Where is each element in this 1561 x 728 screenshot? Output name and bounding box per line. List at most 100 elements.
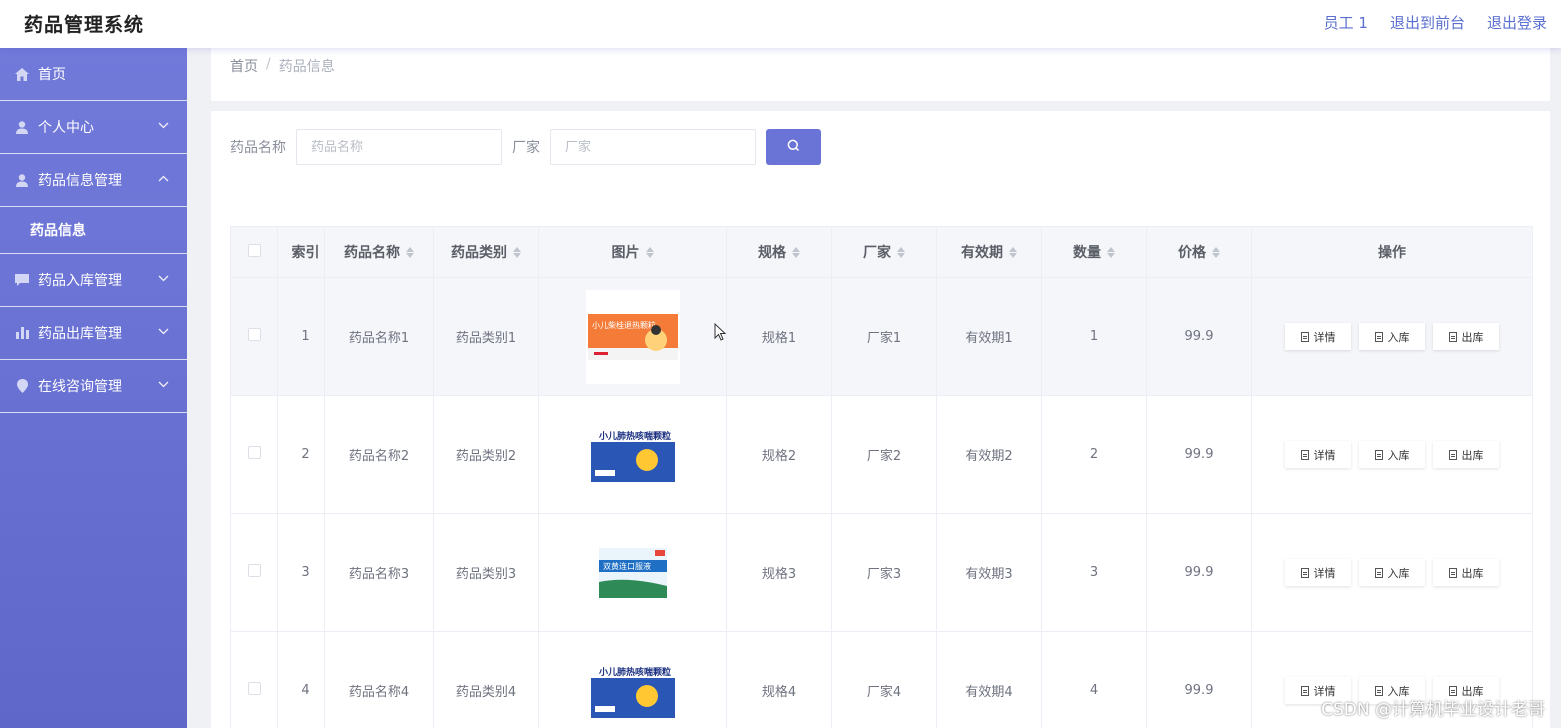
breadcrumb-separator: / [266, 56, 271, 72]
sidebar-item-drug-info-management[interactable]: 药品信息管理 [0, 154, 187, 207]
chevron-down-icon [158, 325, 169, 338]
search-icon [787, 139, 800, 155]
sidebar-item-drug-stock-in[interactable]: 药品入库管理 [0, 254, 187, 307]
cell-spec: 规格4 [726, 631, 832, 728]
sidebar-item-online-consult[interactable]: 在线咨询管理 [0, 360, 187, 413]
exit-to-front-link[interactable]: 退出到前台 [1390, 12, 1465, 33]
logout-link[interactable]: 退出登录 [1487, 12, 1547, 33]
cell-name: 药品名称1 [324, 277, 434, 396]
cell-name: 药品名称2 [324, 395, 434, 514]
column-header-manufacturer[interactable]: 厂家 [831, 226, 937, 278]
table-header-row: 索引 药品名称 药品类别 图片 规格 厂家 有效期 数量 价格 操作 [230, 226, 1533, 278]
sidebar-item-label: 药品出库管理 [38, 326, 122, 342]
drug-name-label: 药品名称 [230, 140, 286, 156]
sidebar-item-personal-center[interactable]: 个人中心 [0, 101, 187, 154]
row-checkbox[interactable] [247, 682, 261, 695]
cell-category: 药品类别4 [433, 631, 539, 728]
sort-icon[interactable] [792, 246, 800, 259]
document-icon [1448, 685, 1457, 696]
sidebar: 首页 个人中心 药品信息管理 药品信息 药品入库管理 药品出库管理 在线咨询管理 [0, 48, 187, 728]
sort-icon[interactable] [1009, 246, 1017, 259]
table-row: 1 药品名称1 药品类别1 小儿柴桂退热颗粒 规格1 厂家1 有效期1 1 99… [230, 277, 1533, 396]
cell-price: 99.9 [1146, 277, 1252, 396]
cell-expiry: 有效期4 [936, 631, 1042, 728]
cell-name: 药品名称4 [324, 631, 434, 728]
document-icon [1300, 567, 1309, 578]
cell-manufacturer: 厂家1 [831, 277, 937, 396]
select-all-checkbox[interactable] [247, 243, 261, 257]
detail-button[interactable]: 详情 [1285, 441, 1351, 468]
sort-icon[interactable] [897, 246, 905, 259]
user-icon [15, 120, 29, 134]
document-icon [1300, 331, 1309, 342]
chevron-up-icon [158, 172, 169, 185]
manufacturer-input[interactable] [550, 129, 756, 165]
cell-category: 药品类别2 [433, 395, 539, 514]
row-actions: 详情 入库 出库 [1252, 323, 1532, 350]
detail-button[interactable]: 详情 [1285, 559, 1351, 586]
row-checkbox[interactable] [247, 328, 261, 341]
cell-quantity: 4 [1041, 631, 1147, 728]
cell-category: 药品类别1 [433, 277, 539, 396]
column-header-price[interactable]: 价格 [1146, 226, 1252, 278]
cell-manufacturer: 厂家2 [831, 395, 937, 514]
stock-out-button[interactable]: 出库 [1433, 323, 1499, 350]
table-row: 3 药品名称3 药品类别3 双黄连口服液 规格3 厂家3 有效期3 3 99.9 [230, 513, 1533, 632]
stock-in-button[interactable]: 入库 [1359, 441, 1425, 468]
column-header-quantity[interactable]: 数量 [1041, 226, 1147, 278]
chevron-down-icon [158, 119, 169, 132]
column-header-spec[interactable]: 规格 [726, 226, 832, 278]
sort-icon[interactable] [645, 246, 654, 259]
box-label: 小儿柴桂退热颗粒 [592, 320, 656, 330]
sidebar-item-label: 在线咨询管理 [38, 379, 122, 395]
stock-in-button[interactable]: 入库 [1359, 323, 1425, 350]
mouse-cursor-icon [714, 322, 727, 345]
cell-quantity: 3 [1041, 513, 1147, 632]
cell-index: 3 [277, 513, 325, 632]
sort-icon[interactable] [1212, 246, 1220, 259]
user-icon [15, 173, 29, 187]
stock-in-button[interactable]: 入库 [1359, 559, 1425, 586]
sidebar-item-label: 首页 [38, 67, 66, 83]
detail-button[interactable]: 详情 [1285, 323, 1351, 350]
box-label: 小儿肺热咳喘颗粒 [598, 430, 671, 442]
select-all-cell [230, 226, 278, 278]
search-button[interactable] [766, 129, 821, 165]
row-actions: 详情 入库 出库 [1252, 441, 1532, 468]
breadcrumb-home[interactable]: 首页 [230, 56, 258, 76]
drug-image: 双黄连口服液 [598, 547, 667, 598]
column-header-category[interactable]: 药品类别 [433, 226, 539, 278]
column-header-name[interactable]: 药品名称 [324, 226, 434, 278]
document-icon [1374, 331, 1383, 342]
main-card: 药品名称 厂家 索引 药品名称 药品类别 图片 规格 厂家 有效期 [211, 111, 1550, 728]
sort-icon[interactable] [513, 246, 521, 259]
breadcrumb-current: 药品信息 [278, 59, 335, 75]
row-checkbox[interactable] [247, 564, 261, 577]
chevron-down-icon [158, 378, 169, 391]
sort-icon[interactable] [406, 246, 414, 259]
column-header-image[interactable]: 图片 [538, 226, 727, 278]
cell-price: 99.9 [1146, 395, 1252, 514]
stock-out-button[interactable]: 出库 [1433, 559, 1499, 586]
cell-price: 99.9 [1146, 631, 1252, 728]
location-pin-icon [15, 379, 29, 393]
sidebar-item-home[interactable]: 首页 [0, 48, 187, 101]
drug-name-input[interactable] [296, 129, 502, 165]
cell-manufacturer: 厂家4 [831, 631, 937, 728]
sidebar-item-label: 药品入库管理 [38, 273, 122, 289]
cell-spec: 规格3 [726, 513, 832, 632]
cell-manufacturer: 厂家3 [831, 513, 937, 632]
sidebar-item-label: 个人中心 [38, 120, 94, 136]
document-icon [1448, 449, 1457, 460]
sidebar-item-drug-stock-out[interactable]: 药品出库管理 [0, 307, 187, 360]
current-user-link[interactable]: 员工 1 [1324, 12, 1368, 33]
sort-icon[interactable] [1107, 246, 1115, 259]
row-checkbox[interactable] [247, 446, 261, 459]
cell-index: 4 [277, 631, 325, 728]
cell-name: 药品名称3 [324, 513, 434, 632]
sidebar-subitem-drug-info[interactable]: 药品信息 [0, 207, 187, 254]
document-icon [1448, 567, 1457, 578]
column-header-expiry[interactable]: 有效期 [936, 226, 1042, 278]
stock-out-button[interactable]: 出库 [1433, 441, 1499, 468]
table-row: 2 药品名称2 药品类别2 小儿肺热咳喘颗粒 规格2 厂家2 有效期2 2 99 [230, 395, 1533, 514]
